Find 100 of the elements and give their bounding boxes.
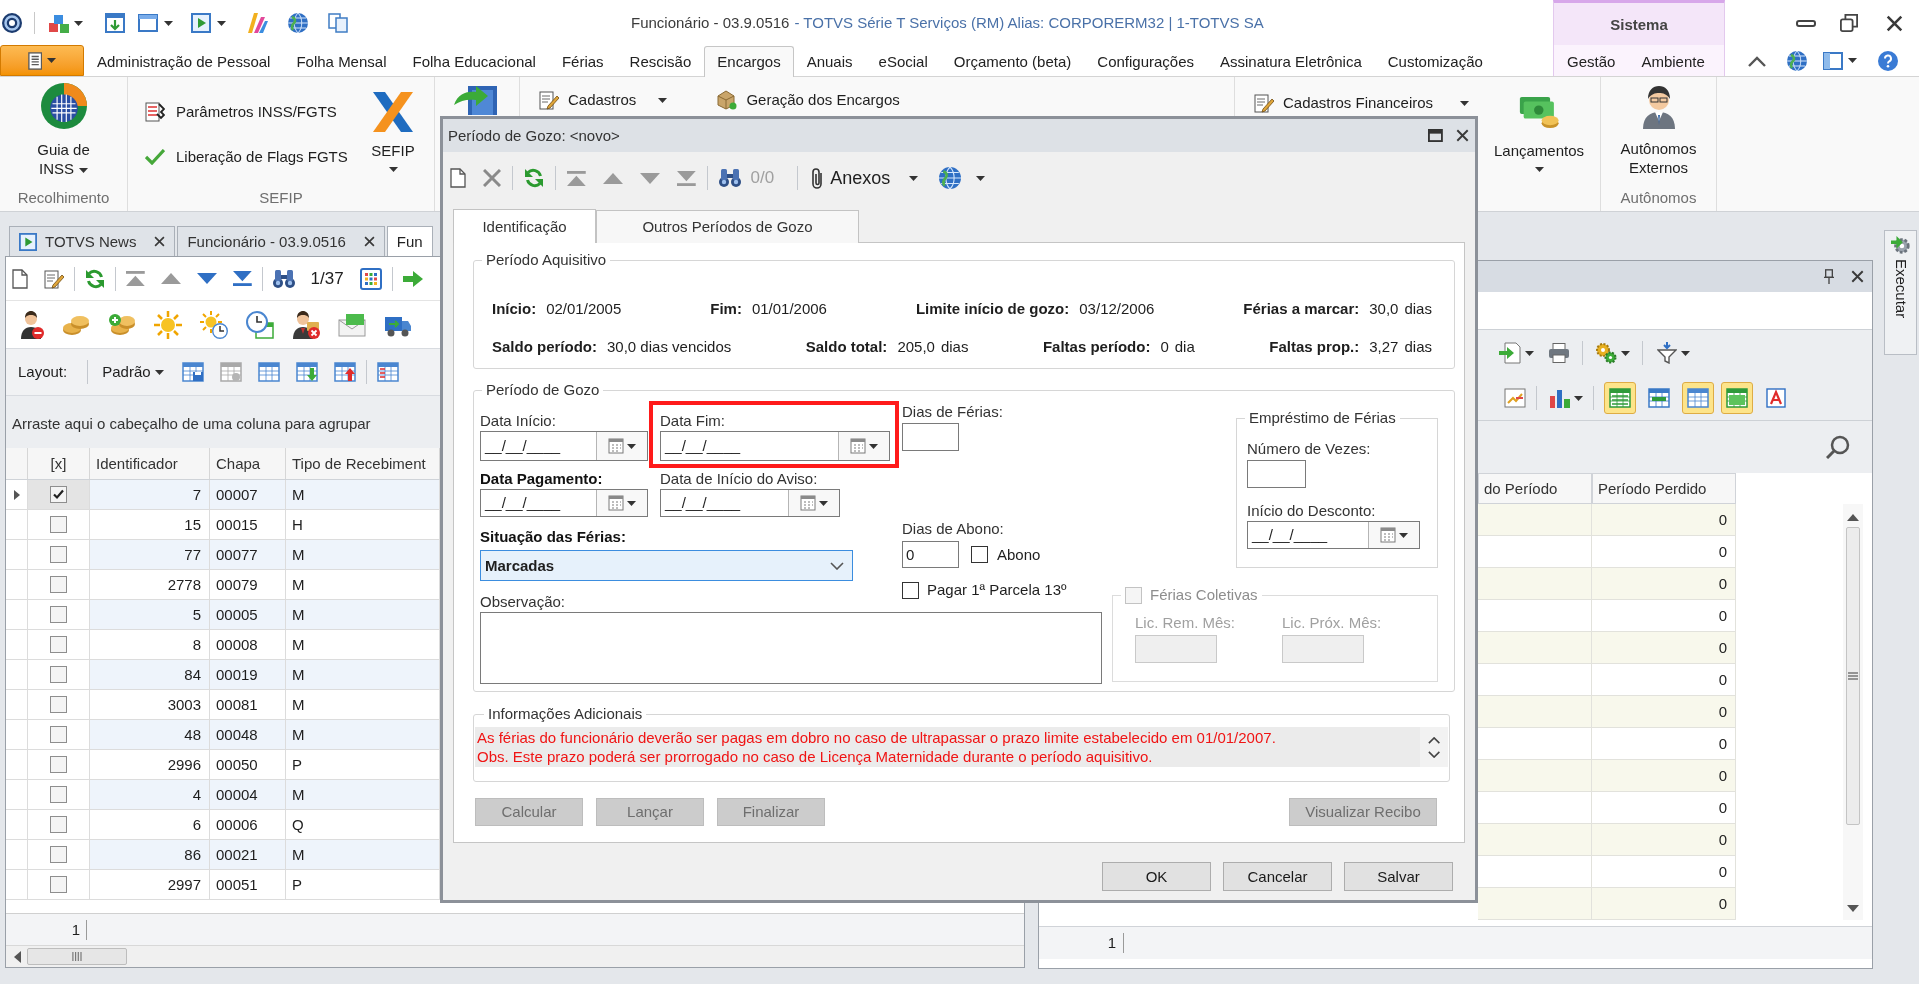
maximize-icon[interactable] [1428,129,1443,142]
row-header-cell[interactable] [6,570,28,600]
last-record-icon[interactable] [232,271,252,286]
column-header[interactable]: Tipo de Recebiment [286,448,440,479]
person-cancel-icon[interactable] [292,310,320,339]
document-tab[interactable]: Fun [386,226,433,256]
globe-icon[interactable] [1787,50,1807,71]
ribbon-tab[interactable]: Férias [548,46,617,77]
palette-icon[interactable] [248,13,268,33]
ribbon-command[interactable]: Geração dos Encargos [717,88,900,112]
text-input[interactable] [1282,635,1364,663]
attachments-button[interactable]: Anexos [811,167,919,189]
ribbon-tab[interactable]: Encargos [704,46,794,77]
ribbon-tab[interactable]: Folha Mensal [283,46,400,77]
refresh-icon[interactable] [85,268,105,289]
scroll-up-icon[interactable] [1427,736,1441,744]
scroll-up-icon[interactable] [1847,514,1859,521]
text-input[interactable] [1247,460,1306,488]
edit-document-icon[interactable] [44,268,64,289]
view-toggle[interactable] [1721,382,1753,414]
ribbon-tab[interactable]: Anuais [793,46,866,77]
ribbon-tab[interactable]: Gestão [1554,46,1629,77]
scrollbar-thumb[interactable] [1846,527,1860,825]
calendar-grid-icon[interactable] [359,267,382,290]
row-header-cell[interactable] [6,720,28,750]
side-tab[interactable]: Executar [1884,230,1917,355]
row-header-cell[interactable] [6,780,28,810]
file-menu-button[interactable] [0,45,84,76]
scrollbar-thumb[interactable] [27,948,127,965]
row-header-cell[interactable] [6,810,28,840]
delete-icon[interactable] [483,169,501,187]
new-document-icon[interactable] [450,168,466,188]
close-icon[interactable] [1851,270,1864,283]
scroll-down-icon[interactable] [1847,905,1859,912]
row-header-cell[interactable] [6,540,28,570]
checkbox[interactable] [50,666,67,683]
calendar-button[interactable] [1368,522,1419,548]
ribbon-command[interactable]: Liberação de Flags FGTS [145,143,348,171]
ribbon-button[interactable]: Autônomos Externos [1608,85,1709,177]
restore-icon[interactable] [1840,14,1858,32]
checkbox[interactable] [50,486,67,503]
date-input[interactable]: __/__/____ [1247,521,1420,549]
document-tab[interactable]: TOTVS News [9,226,176,256]
view-toggle[interactable] [1604,382,1636,414]
column-header[interactable]: Chapa [210,448,286,479]
next-record-icon[interactable] [196,273,217,284]
date-input[interactable]: __/__/____ [480,489,648,517]
last-record-icon[interactable] [676,170,696,186]
play-window-icon[interactable] [191,13,211,33]
document-export-icon[interactable] [454,85,498,115]
copy-icon[interactable] [328,13,348,33]
calendar-button[interactable] [596,490,647,516]
checkbox[interactable] [50,846,67,863]
table-remove-icon[interactable] [219,362,242,382]
close-icon[interactable] [154,236,166,247]
date-input[interactable]: __/__/____ [660,431,890,461]
action-button[interactable]: Cancelar [1223,862,1332,891]
ribbon-command[interactable]: Cadastros Financeiros [1254,92,1470,114]
table-export-icon[interactable] [333,362,356,382]
dialog-tab[interactable]: Identificação [453,209,596,243]
row-header-cell[interactable] [6,600,28,630]
document-tab[interactable]: Funcionário - 03.9.0516 [177,226,385,256]
row-header-cell[interactable] [6,660,28,690]
calendar-button[interactable] [788,490,839,516]
table-columns-icon[interactable] [376,362,399,382]
dialog-tab[interactable]: Outros Períodos de Gozo [596,210,859,243]
calendar-button[interactable] [838,432,889,460]
scroll-down-icon[interactable] [1427,750,1441,758]
layout-dropdown[interactable]: Padrão [102,363,164,381]
row-header-cell[interactable] [6,510,28,540]
window-icon[interactable] [138,14,158,32]
date-input[interactable]: __/__/____ [660,489,840,517]
ribbon-tab[interactable]: Administração de Pessoal [84,46,284,77]
first-record-icon[interactable] [567,170,586,186]
ribbon-tab[interactable]: eSocial [865,46,941,77]
ribbon-button[interactable]: Lançamentos [1489,95,1589,172]
view-toggle[interactable] [1682,382,1714,414]
minimize-icon[interactable] [1796,19,1816,27]
envelope-icon[interactable] [338,312,366,337]
bar-chart-icon[interactable] [1549,388,1571,408]
column-header[interactable]: Identificador [90,448,210,479]
checkbox[interactable] [971,546,988,563]
gears-icon[interactable] [1595,342,1617,364]
close-icon[interactable] [363,236,375,247]
ribbon-tab[interactable]: Folha Educacional [399,46,549,77]
pin-icon[interactable] [1824,269,1834,284]
column-header[interactable]: Período Perdido [1592,473,1736,504]
checkbox[interactable] [50,516,67,533]
ribbon-button[interactable]: SEFIP [364,92,422,172]
sun-icon[interactable] [154,310,182,339]
ribbon-button[interactable]: Guia de INSS [13,83,114,178]
action-button[interactable]: OK [1102,862,1211,891]
ribbon-tab[interactable]: Orçamento (beta) [940,46,1085,77]
checkbox[interactable] [50,606,67,623]
arrow-right-icon[interactable] [402,270,423,287]
first-record-icon[interactable] [126,271,145,286]
table-save-icon[interactable] [181,362,204,382]
column-header[interactable]: do Período [1478,473,1592,504]
import-document-icon[interactable] [1499,342,1521,364]
close-icon[interactable] [1886,14,1903,32]
